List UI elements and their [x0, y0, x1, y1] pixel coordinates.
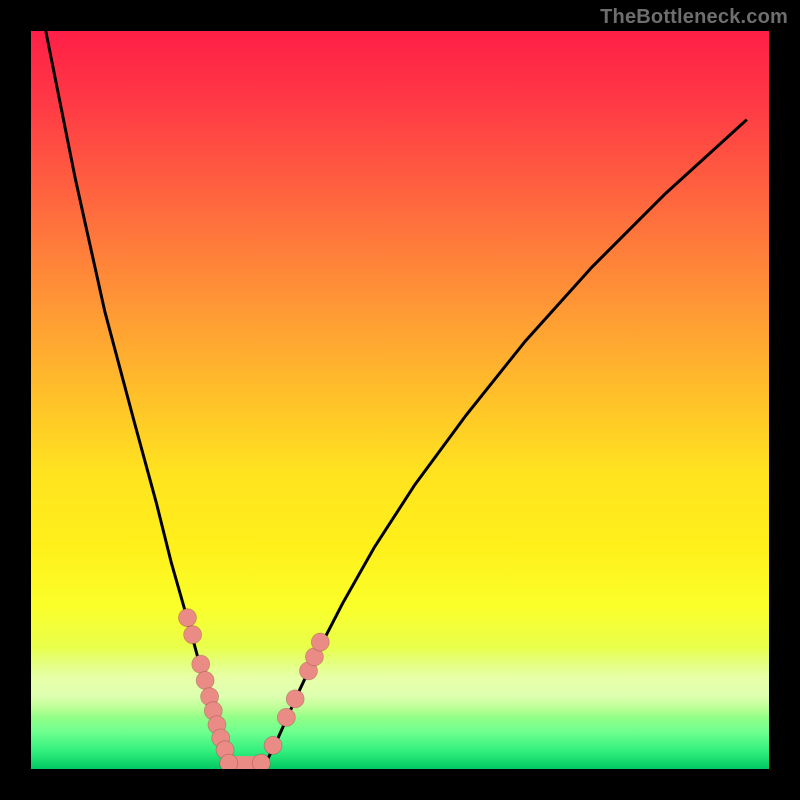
data-marker [252, 754, 270, 769]
data-marker [220, 754, 238, 769]
right-curve [263, 120, 746, 766]
data-marker [196, 671, 214, 689]
markers-group [178, 609, 329, 769]
curves-svg [31, 31, 769, 769]
watermark-text: TheBottleneck.com [600, 6, 788, 29]
frame: TheBottleneck.com [0, 0, 800, 800]
data-marker [184, 626, 202, 644]
plot-area [31, 31, 769, 769]
data-marker [178, 609, 196, 627]
data-marker [192, 655, 210, 673]
data-marker [277, 708, 295, 726]
data-marker [311, 633, 329, 651]
data-marker [286, 690, 304, 708]
data-marker [264, 736, 282, 754]
